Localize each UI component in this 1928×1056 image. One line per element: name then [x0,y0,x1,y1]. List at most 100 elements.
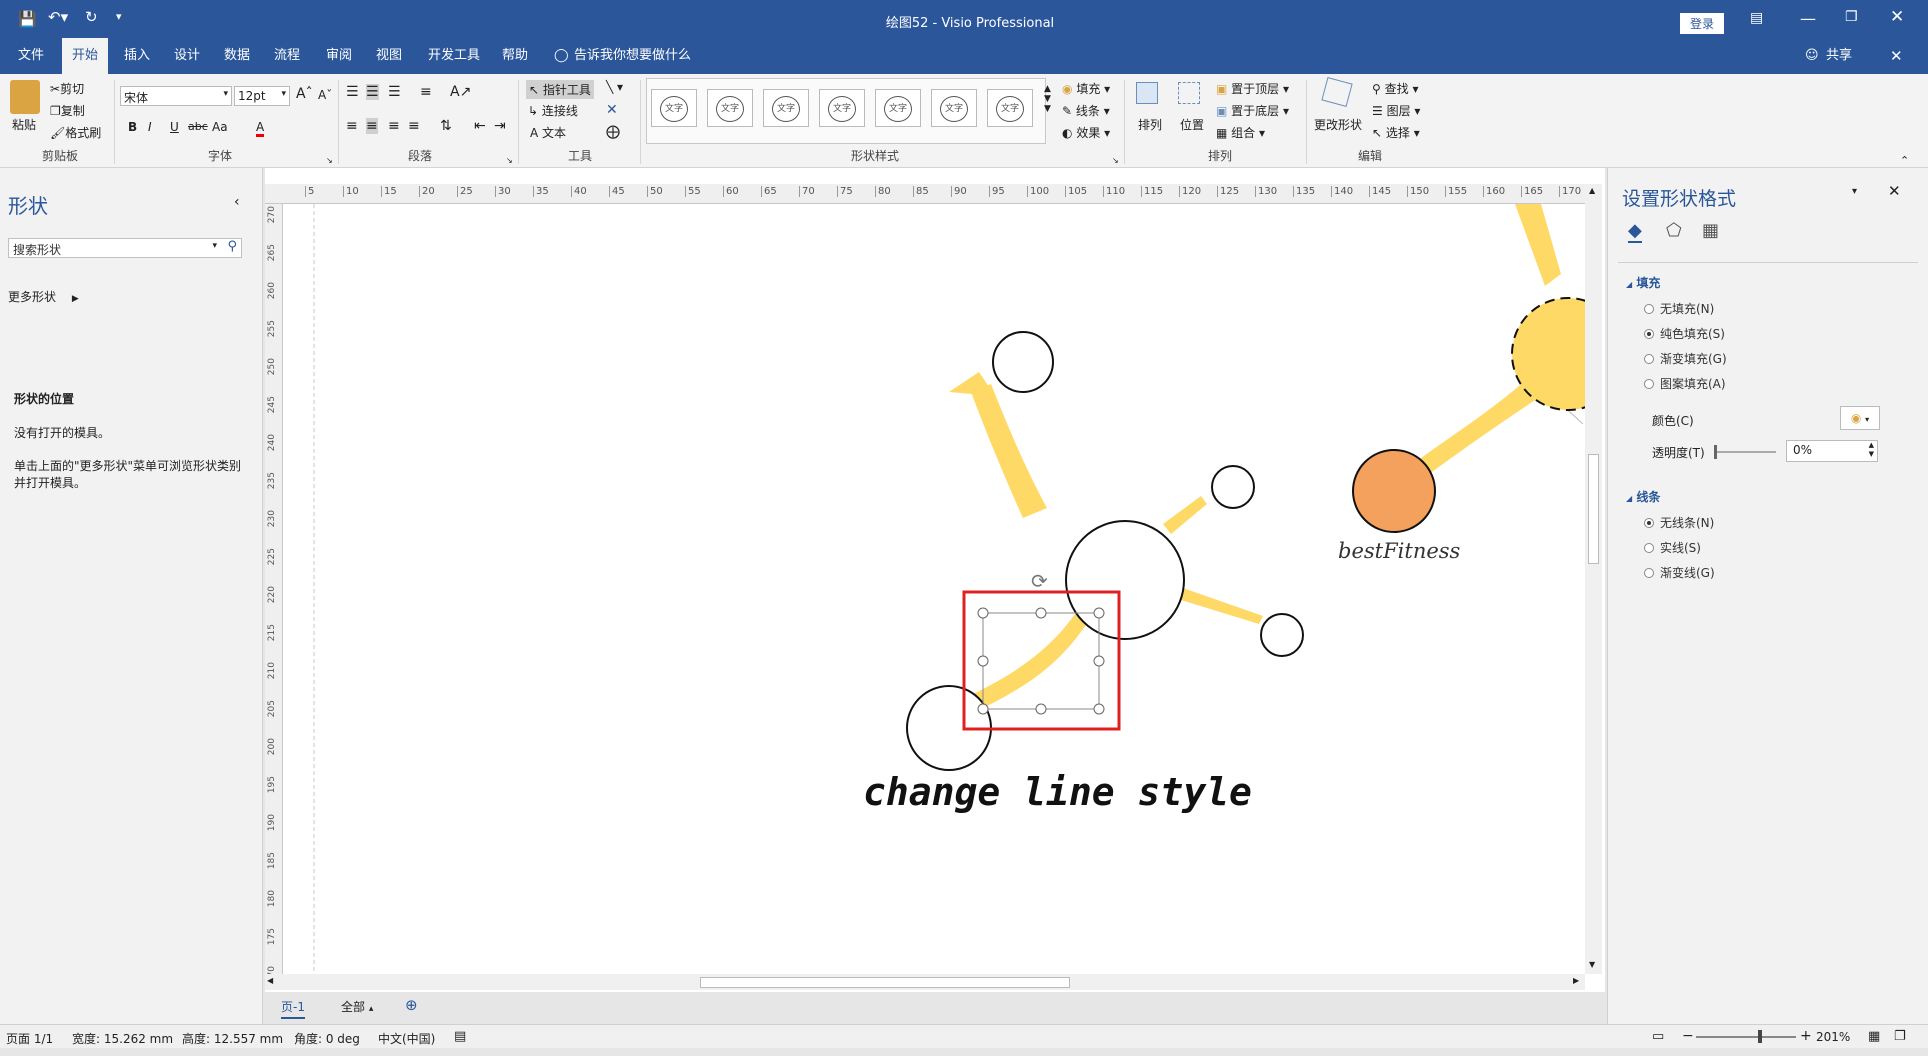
line-button[interactable]: ✎ 线条 ▾ [1062,102,1110,119]
connection-point-icon[interactable]: ⨁ [606,124,620,140]
tab-view[interactable]: 视图 [370,38,408,74]
shrink-font-icon[interactable]: Aˇ [318,88,332,102]
dialog-launcher-icon[interactable]: ↘ [326,156,333,165]
resize-handle[interactable] [1093,703,1105,715]
radio-button[interactable] [1644,329,1654,339]
align-bottom-icon[interactable]: ☰ [388,84,401,100]
tab-data[interactable]: 数据 [218,38,256,74]
add-page-icon[interactable]: ⊕ [405,996,418,1014]
increase-indent-icon[interactable]: ⇥ [494,118,506,134]
flow-arrow-right[interactable] [1181,588,1263,624]
effects-tab-icon[interactable]: ⬠ [1666,220,1682,241]
resize-handle[interactable] [1093,607,1105,619]
format-painter-button[interactable]: 🖌格式刷 [50,124,101,141]
justify-icon[interactable]: ≡ [408,118,420,134]
bullets-icon[interactable]: ≡ [420,84,432,100]
zoom-out-icon[interactable]: − [1682,1028,1694,1044]
more-shapes-menu[interactable]: 更多形状 ▶ [8,288,79,305]
scroll-down-icon[interactable]: ▼ [1589,960,1595,969]
align-top-icon[interactable]: ☰ [346,84,359,100]
slider-thumb[interactable] [1714,445,1717,459]
bold-button[interactable]: B [128,120,137,134]
close-ribbon-icon[interactable]: ✕ [1890,47,1903,65]
undo-icon[interactable]: ↶▾ [48,8,68,26]
style-swatch[interactable]: 文字 [651,89,697,127]
fit-page-icon[interactable]: ▦ [1868,1029,1880,1044]
node-circle-right-top[interactable] [1211,465,1255,509]
strikethrough-button[interactable]: abc [188,120,208,133]
redo-icon[interactable]: ↻ [85,8,98,26]
zoom-in-icon[interactable]: + [1800,1028,1812,1044]
flow-arrow-topright[interactable] [1515,204,1561,286]
resize-handle[interactable] [977,703,989,715]
arrange-icon[interactable] [1136,82,1158,104]
line-option-solid[interactable]: 实线(S) [1644,539,1701,556]
style-swatch[interactable]: 文字 [707,89,753,127]
fill-option-none[interactable]: 无填充(N) [1644,300,1714,317]
arrange-button[interactable]: 排列 [1138,116,1162,133]
tab-design[interactable]: 设计 [168,38,206,74]
vertical-scrollbar[interactable]: ▲ ▼ [1585,184,1602,974]
collapse-pane-icon[interactable]: ‹ [234,194,240,210]
align-center-icon[interactable]: ≡ [366,118,378,134]
transparency-slider[interactable] [1716,451,1776,453]
radio-button[interactable] [1644,379,1654,389]
tab-insert[interactable]: 插入 [118,38,156,74]
close-pane-icon[interactable]: ✕ [1888,182,1901,200]
fill-button[interactable]: ◉ 填充 ▾ [1062,80,1110,97]
flow-arrow-right-top[interactable] [1163,496,1207,534]
scroll-right-icon[interactable]: ▶ [1573,976,1579,985]
pane-options-icon[interactable]: ▾ [1852,186,1857,197]
grow-font-icon[interactable]: Aˆ [296,86,313,102]
vertical-scroll-thumb[interactable] [1588,454,1599,564]
zoom-slider-thumb[interactable] [1758,1030,1762,1043]
zoom-slider[interactable] [1696,1036,1796,1038]
paste-button[interactable]: 粘贴 [12,116,36,133]
tab-developer[interactable]: 开发工具 [422,38,486,74]
style-swatch[interactable]: 文字 [987,89,1033,127]
resize-handle[interactable] [1035,703,1047,715]
font-size-select[interactable]: 12pt ▾ [234,86,290,106]
fill-option-pattern[interactable]: 图案填充(A) [1644,375,1726,392]
radio-button[interactable] [1644,518,1654,528]
close-x-icon[interactable]: ✕ [606,102,618,118]
style-swatch[interactable]: 文字 [875,89,921,127]
fill-option-gradient[interactable]: 渐变填充(G) [1644,350,1727,367]
underline-button[interactable]: U [170,120,179,134]
horizontal-scroll-thumb[interactable] [700,977,1070,988]
style-swatch[interactable]: 文字 [931,89,977,127]
status-language[interactable]: 中文(中国) [378,1030,435,1047]
change-case-button[interactable]: Aa [212,120,228,134]
align-left-icon[interactable]: ≡ [346,118,358,134]
decrease-indent-icon[interactable]: ⇤ [474,118,486,134]
scroll-up-icon[interactable]: ▲ [1589,186,1595,195]
resize-handle[interactable] [1093,655,1105,667]
resize-handle[interactable] [977,655,989,667]
color-picker-button[interactable]: ◉ ▾ [1840,406,1880,430]
flow-arrow-up[interactable] [971,384,1047,518]
layers-button[interactable]: ☰ 图层 ▾ [1372,102,1420,119]
text-direction-icon[interactable]: A↗ [450,84,471,100]
tell-me-box[interactable]: 告诉我你想要做什么 [568,38,697,74]
text-tool-button[interactable]: A 文本 [530,124,566,141]
save-icon[interactable]: 💾 [18,10,37,28]
line-option-gradient[interactable]: 渐变线(G) [1644,564,1715,581]
resize-handle[interactable] [977,607,989,619]
collapse-ribbon-icon[interactable]: ⌃ [1900,154,1909,167]
search-shapes-input[interactable]: 搜索形状 ▾ ⚲ [8,238,242,258]
change-shape-icon[interactable] [1321,77,1353,107]
style-swatch[interactable]: 文字 [819,89,865,127]
copy-button[interactable]: ❐复制 [50,102,85,119]
bring-to-front-button[interactable]: ▣ 置于顶层 ▾ [1216,80,1289,97]
align-right-icon[interactable]: ≡ [388,118,400,134]
tab-file[interactable]: 文件 [12,38,50,74]
status-page[interactable]: 页面 1/1 [6,1030,53,1047]
resize-handle[interactable] [1035,607,1047,619]
connector-button[interactable]: ↳ 连接线 [528,102,578,119]
tab-home[interactable]: 开始 [62,38,109,74]
dialog-launcher-icon[interactable]: ↘ [506,156,513,165]
share-button[interactable]: 共享 [1820,38,1858,74]
tab-review[interactable]: 审阅 [320,38,358,74]
fill-line-tab-icon[interactable]: ◆ [1628,220,1642,243]
line-tool-icon[interactable]: ╲ ▾ [606,80,623,94]
